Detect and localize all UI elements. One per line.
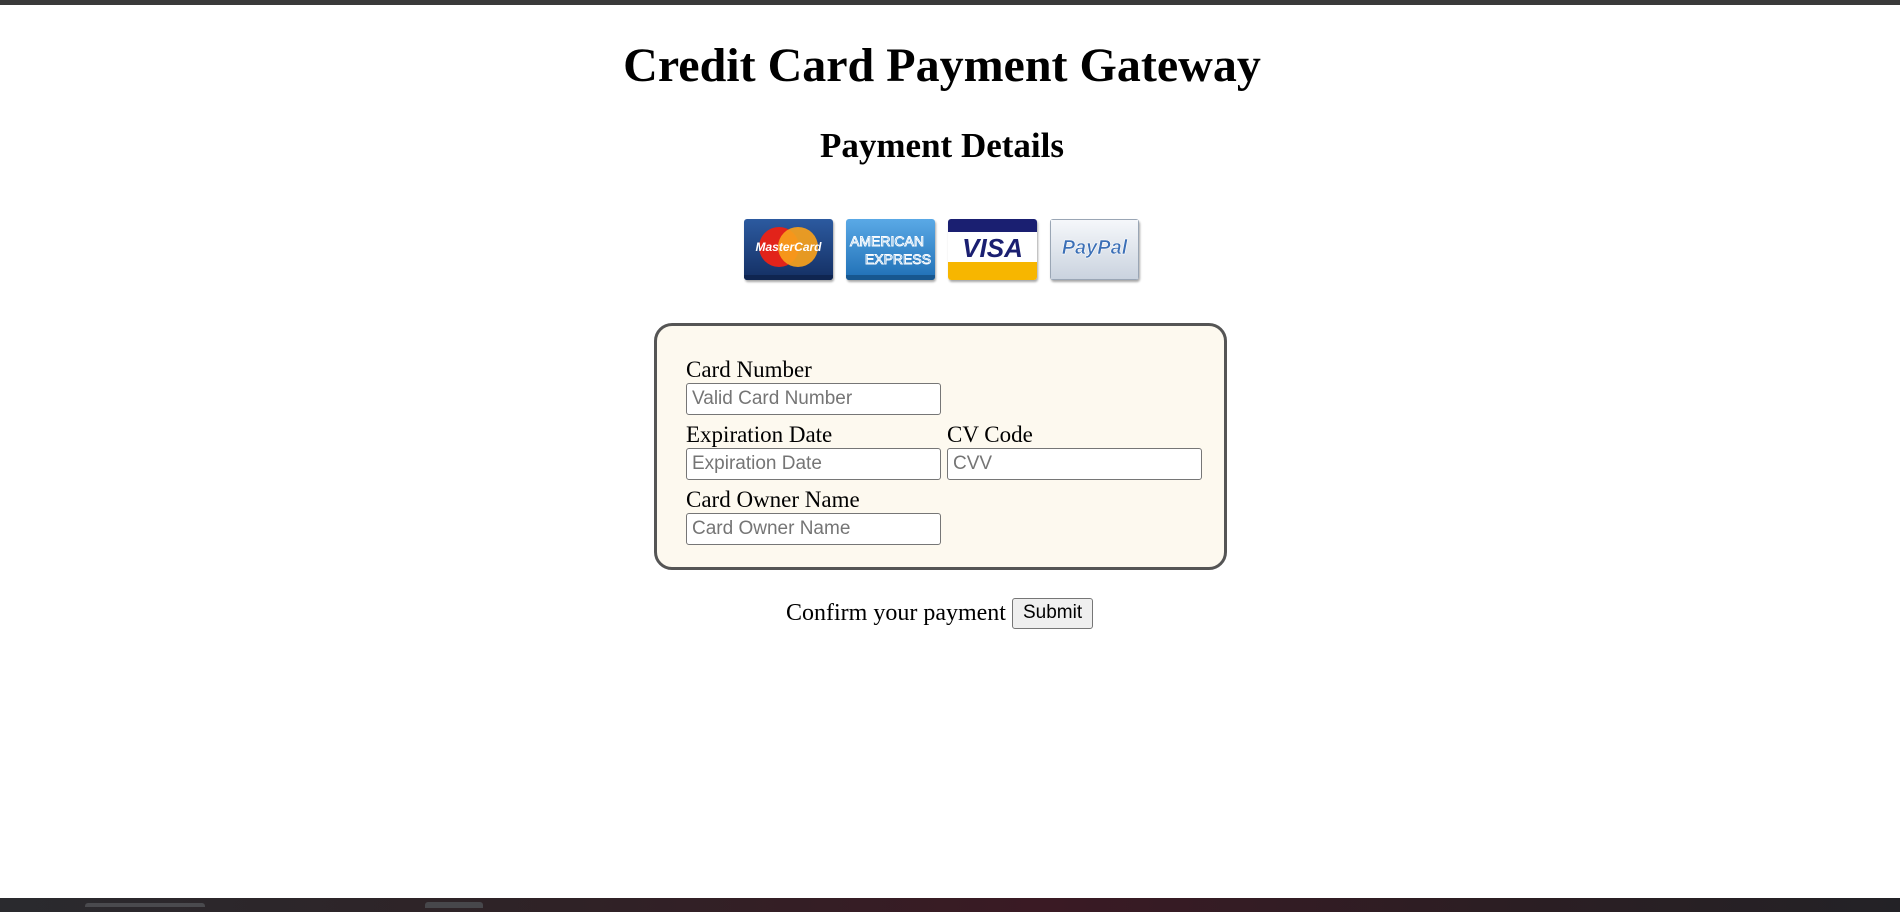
section-title: Payment Details [820, 126, 1064, 165]
card-owner-name-label: Card Owner Name [686, 487, 860, 512]
card-number-label: Card Number [686, 357, 812, 382]
visa-logo-text: VISA [962, 233, 1023, 263]
card-logos: MasterCard AMERICAN EXPRESS VISA PayPal [744, 219, 1139, 280]
amex-logo-text-line1: AMERICAN [850, 233, 924, 249]
taskbar-strip [0, 898, 1900, 912]
confirm-payment-text: Confirm your payment [786, 600, 1006, 626]
taskbar-tab [425, 902, 483, 908]
amex-logo-text-line2: EXPRESS [865, 251, 931, 267]
visa-logo: VISA [948, 219, 1037, 280]
taskbar-tab [85, 903, 205, 907]
page-title: Credit Card Payment Gateway [623, 39, 1261, 92]
mastercard-logo: MasterCard [744, 219, 833, 280]
expiration-date-input[interactable] [686, 448, 941, 480]
payment-form: Card Number Expiration Date CV Code Card… [654, 323, 1227, 570]
expiration-date-label: Expiration Date [686, 422, 833, 447]
cv-code-label: CV Code [947, 422, 1033, 447]
paypal-logo: PayPal [1050, 219, 1139, 280]
mastercard-logo-text: MasterCard [755, 240, 822, 254]
paypal-logo-text: PayPal [1062, 237, 1128, 259]
card-owner-name-input[interactable] [686, 513, 941, 545]
submit-button[interactable]: Submit [1011, 597, 1094, 629]
window-top-border [0, 0, 1900, 5]
american-express-logo: AMERICAN EXPRESS [846, 219, 935, 280]
confirm-row: Confirm your payment Submit [786, 597, 1094, 629]
card-number-input[interactable] [686, 383, 941, 415]
cv-code-input[interactable] [947, 448, 1202, 480]
